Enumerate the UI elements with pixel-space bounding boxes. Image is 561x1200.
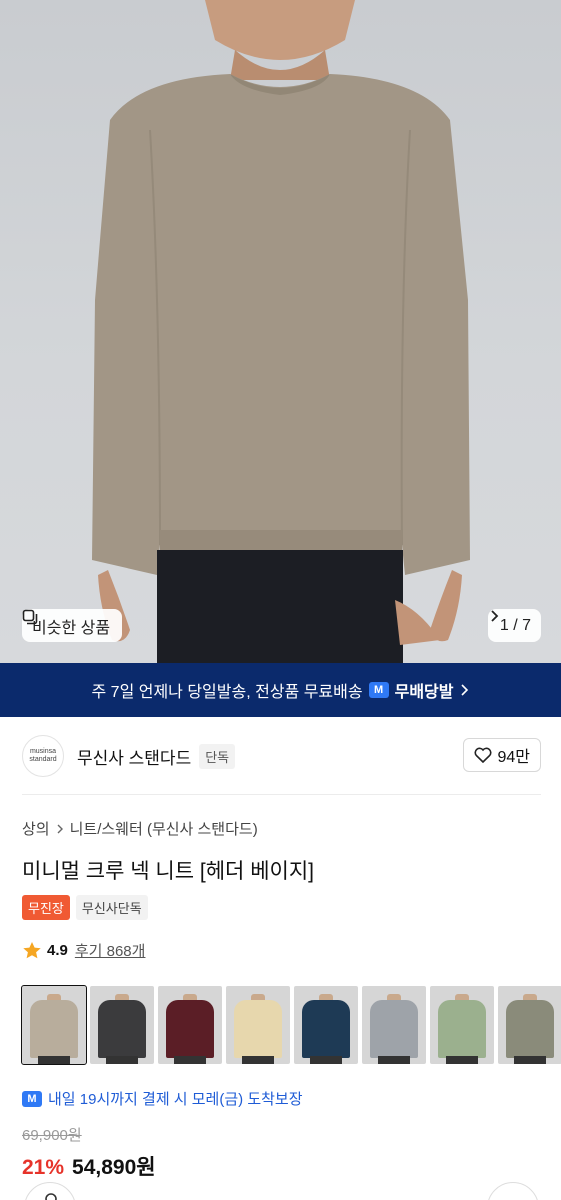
exclusive-badge: 무신사단독: [75, 895, 148, 920]
image-counter: 1 / 7: [499, 616, 531, 634]
color-swatch-olive[interactable]: [498, 986, 561, 1064]
heart-icon: [474, 747, 492, 763]
delivery-text: 내일 19시까지 결제 시 모레(금) 도착보장: [48, 1091, 303, 1108]
price-row: 21% 54,890원: [22, 1151, 156, 1181]
swatch-sweater: [302, 1000, 350, 1058]
swatch-sweater: [370, 1000, 418, 1058]
banner-text: 주 7일 언제나 당일발송, 전상품 무료배송: [91, 684, 363, 701]
breadcrumb: 상의 니트/스웨터 (무신사 스탠다드): [22, 818, 258, 839]
swatch-pants: [38, 1056, 70, 1064]
color-swatches: [21, 985, 561, 1065]
brand-logo-line2: standard: [29, 756, 57, 763]
exclusive-tag: 단독: [199, 743, 236, 769]
color-swatch-gray[interactable]: [362, 986, 426, 1064]
swatch-sweater: [98, 1000, 146, 1058]
divider: [22, 794, 541, 795]
star-icon: [23, 942, 41, 959]
swatch-sweater: [506, 1000, 554, 1058]
brand-row[interactable]: musinsa standard 무신사 스탠다드 단독 94만: [22, 735, 541, 777]
brand-logo[interactable]: musinsa standard: [22, 735, 64, 777]
image-counter-button[interactable]: 1 / 7: [487, 609, 541, 642]
swatch-pants: [378, 1056, 410, 1064]
swatch-pants: [514, 1056, 546, 1064]
share-button[interactable]: [24, 1182, 76, 1200]
swatch-sweater: [30, 1000, 78, 1058]
swatch-pants: [106, 1056, 138, 1064]
swatch-pants: [242, 1056, 274, 1064]
like-count: 94만: [497, 749, 530, 766]
sale-event-badge: 무진장: [22, 895, 70, 920]
share-icon: [45, 1193, 57, 1200]
musinsa-m-logo-icon: M: [22, 1090, 42, 1107]
color-swatch-navy[interactable]: [294, 986, 358, 1064]
like-button[interactable]: 94만: [463, 738, 541, 772]
product-title: 미니멀 크루 넥 니트 [헤더 베이지]: [22, 860, 315, 883]
discount-rate: 21%: [22, 1156, 65, 1179]
brand-logo-line1: musinsa: [29, 748, 57, 755]
similar-products-button[interactable]: 비슷한 상품: [22, 609, 123, 642]
original-price: 69,900원: [22, 1127, 82, 1144]
color-swatch-charcoal[interactable]: [90, 986, 154, 1064]
scroll-top-button[interactable]: [487, 1182, 539, 1200]
copy-icon: [22, 609, 38, 625]
product-badges: 무진장 무신사단독: [22, 895, 148, 920]
similar-products-label: 비슷한 상품: [32, 619, 111, 637]
chevron-right-icon: [491, 610, 499, 622]
color-swatch-burgundy[interactable]: [158, 986, 222, 1064]
color-swatch-sage[interactable]: [430, 986, 494, 1064]
swatch-pants: [310, 1056, 342, 1064]
swatch-sweater: [234, 1000, 282, 1058]
swatch-sweater: [438, 1000, 486, 1058]
delivery-guarantee: M 내일 19시까지 결제 시 모레(금) 도착보장: [22, 1088, 303, 1109]
breadcrumb-level2[interactable]: 니트/스웨터 (무신사 스탠다드): [70, 818, 258, 839]
musinsa-m-logo-icon: M: [368, 682, 389, 698]
swatch-sweater: [166, 1000, 214, 1058]
rating-score: 4.9: [47, 942, 68, 959]
product-image[interactable]: 비슷한 상품 1 / 7: [0, 0, 561, 663]
color-swatch-beige[interactable]: [21, 985, 87, 1065]
swatch-pants: [446, 1056, 478, 1064]
rating-row[interactable]: 4.9 후기 868개: [22, 940, 145, 961]
chevron-right-icon: [57, 824, 63, 833]
final-price: 54,890원: [72, 1156, 156, 1179]
free-shipping-banner[interactable]: 주 7일 언제나 당일발송, 전상품 무료배송 M 무배당발: [0, 663, 561, 717]
swatch-pants: [174, 1056, 206, 1064]
color-swatch-cream[interactable]: [226, 986, 290, 1064]
banner-service-name: 무배당발: [394, 684, 454, 701]
chevron-right-icon: [461, 684, 469, 696]
review-count-link[interactable]: 후기 868개: [75, 940, 146, 961]
breadcrumb-level1[interactable]: 상의: [22, 818, 50, 839]
brand-name[interactable]: 무신사 스탠다드: [77, 744, 191, 769]
model-photo: [92, 0, 470, 663]
